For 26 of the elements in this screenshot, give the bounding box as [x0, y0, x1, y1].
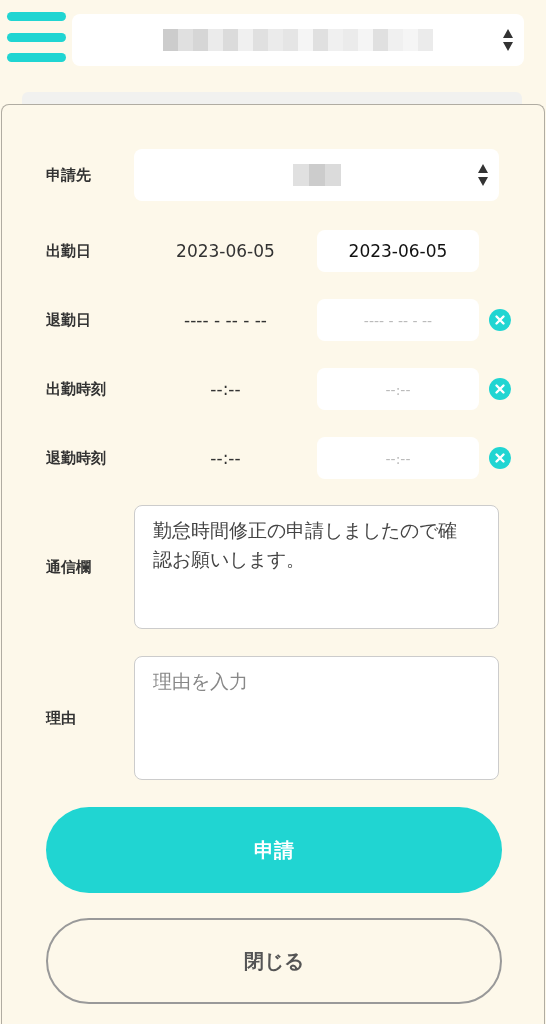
menu-icon[interactable] — [7, 12, 66, 62]
company-select[interactable] — [72, 14, 524, 66]
text-area[interactable]: 勤怠時間修正の申請しましたので確認お願いします。 — [134, 505, 499, 629]
clear-icon[interactable] — [489, 378, 511, 400]
field-label: 出勤時刻 — [46, 379, 107, 399]
close-button[interactable]: 閉じる — [46, 918, 502, 1004]
field-label: 退勤時刻 — [46, 448, 107, 468]
field-label: 通信欄 — [46, 557, 92, 577]
field-label: 出勤日 — [46, 241, 92, 261]
field-label: 理由 — [46, 708, 77, 728]
clear-icon[interactable] — [489, 309, 511, 331]
input-field[interactable]: --:-- — [317, 368, 479, 410]
sort-caret-icon — [477, 163, 489, 187]
input-field[interactable]: --:-- — [317, 437, 479, 479]
current-value: --:-- — [209, 448, 242, 468]
input-field[interactable]: 2023-06-05 — [317, 230, 479, 272]
field-label: 退勤日 — [46, 310, 92, 330]
clear-icon[interactable] — [489, 447, 511, 469]
current-value: ---- - -- - -- — [183, 310, 268, 330]
recipient-select[interactable] — [134, 149, 499, 201]
sort-caret-icon — [502, 28, 514, 52]
current-value: 2023-06-05 — [175, 241, 276, 261]
field-label: 申請先 — [46, 165, 92, 185]
input-field[interactable]: ---- - -- - -- — [317, 299, 479, 341]
current-value: --:-- — [209, 379, 242, 399]
text-area[interactable]: 理由を入力 — [134, 656, 499, 780]
